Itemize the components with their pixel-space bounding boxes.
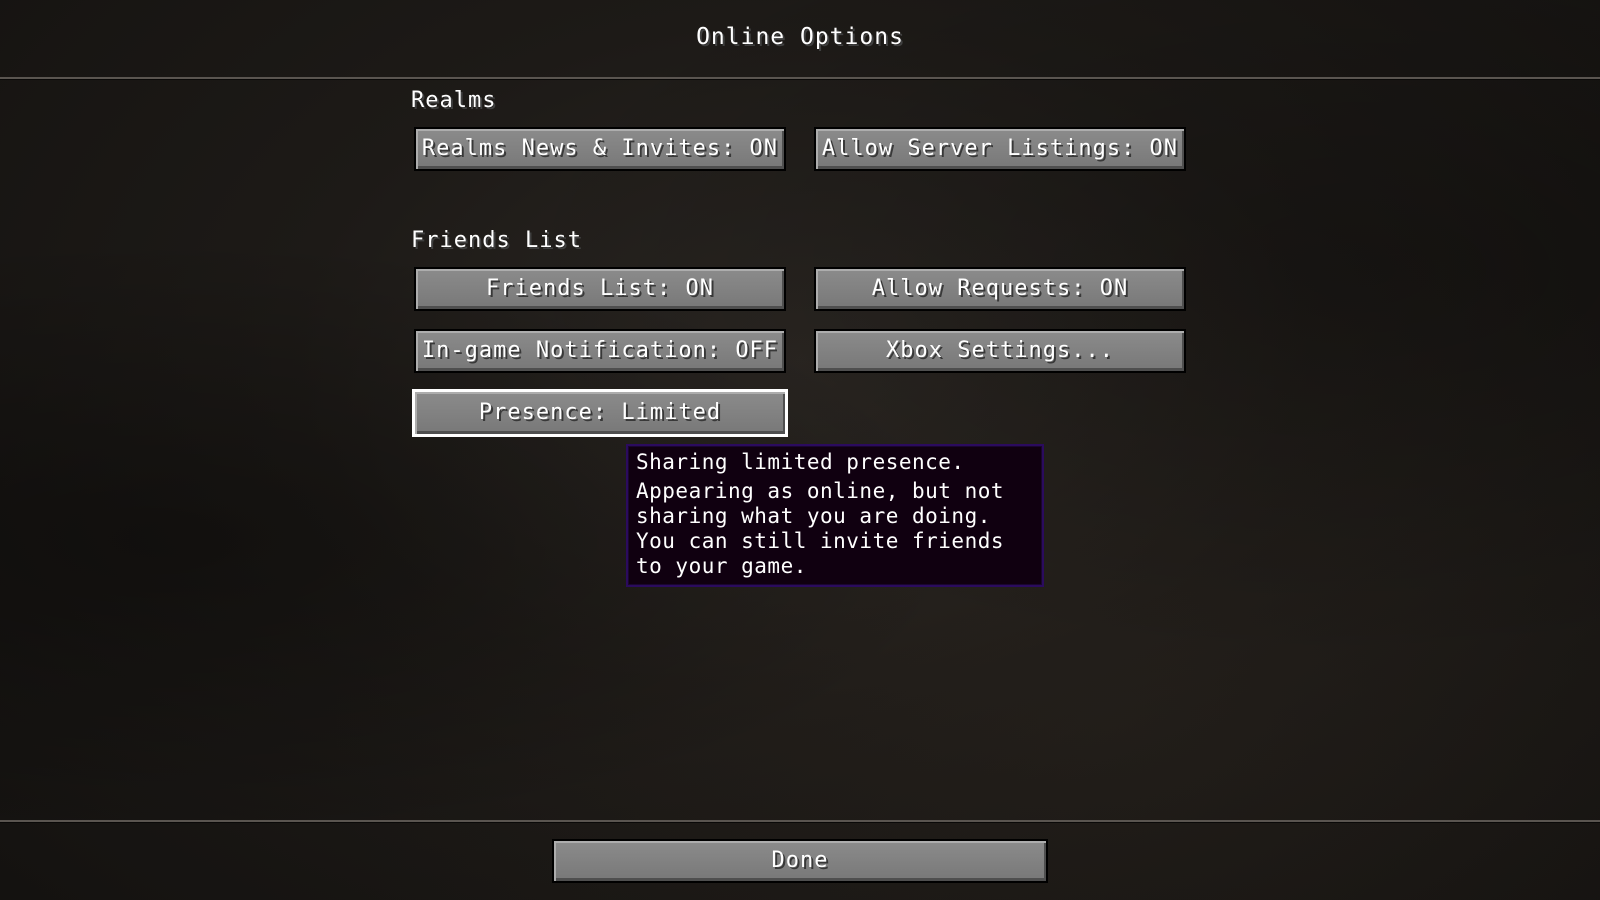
tooltip-body: Appearing as online, but not sharing wha… (636, 479, 1005, 578)
section-label-realms: Realms (411, 88, 497, 113)
page-title: Online Options (696, 24, 904, 50)
friends-list-button[interactable]: Friends List: ON (414, 267, 786, 311)
allow-requests-button[interactable]: Allow Requests: ON (814, 267, 1186, 311)
tooltip-heading: Sharing limited presence. (636, 450, 965, 474)
section-label-friends-list: Friends List (411, 228, 582, 253)
done-button[interactable]: Done (552, 839, 1048, 883)
realms-news-invites-button[interactable]: Realms News & Invites: ON (414, 127, 786, 171)
ingame-notification-button[interactable]: In-game Notification: OFF (414, 329, 786, 373)
header-divider (0, 77, 1600, 80)
presence-tooltip: Sharing limited presence. Appearing as o… (626, 444, 1044, 587)
presence-button[interactable]: Presence: Limited (412, 389, 788, 437)
allow-server-listings-button[interactable]: Allow Server Listings: ON (814, 127, 1186, 171)
xbox-settings-button[interactable]: Xbox Settings... (814, 329, 1186, 373)
footer-divider (0, 820, 1600, 823)
